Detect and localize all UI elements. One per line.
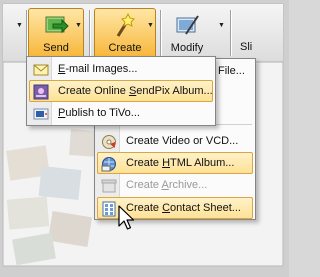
create-label: Create — [108, 42, 142, 54]
create-menu-item-archive[interactable]: Create Archive... — [97, 174, 253, 196]
slideshow-button[interactable]: Sli — [234, 8, 289, 58]
send-menu-item-tivo[interactable]: Publish to TiVo... — [29, 102, 213, 124]
mouse-cursor-icon — [118, 205, 135, 230]
send-button[interactable]: Send — [28, 8, 84, 58]
email-images-label: E-mail Images... — [58, 63, 138, 75]
slideshow-label: Sli — [240, 41, 253, 53]
send-chevron-down-icon[interactable]: ▼ — [75, 22, 82, 29]
create-menu-file-label: File... — [218, 65, 245, 77]
create-video-label: Create Video or VCD... — [126, 135, 239, 147]
send-menu: E-mail Images... Create Online SendPix A… — [26, 56, 216, 126]
create-chevron-down-icon[interactable]: ▼ — [147, 22, 154, 29]
archive-icon — [101, 179, 117, 193]
chevron-down-icon[interactable]: ▼ — [16, 22, 23, 29]
create-contact-sheet-label: Create Contact Sheet... — [126, 202, 241, 214]
toolbar-divider — [230, 10, 231, 56]
send-menu-item-sendpix[interactable]: Create Online SendPix Album... — [29, 80, 213, 102]
create-menu-item-video[interactable]: Create Video or VCD... — [97, 130, 253, 152]
send-menu-item-email[interactable]: E-mail Images... — [29, 58, 213, 80]
video-cd-icon — [102, 135, 116, 149]
toolbar-divider — [26, 10, 27, 56]
email-envelope-icon — [33, 64, 49, 76]
online-album-icon — [33, 84, 49, 100]
modify-icon — [176, 15, 199, 35]
toolbar-divider — [160, 10, 161, 56]
tivo-icon — [33, 108, 49, 120]
create-button[interactable]: Create — [94, 8, 156, 58]
create-online-sendpix-label: Create Online SendPix Album... — [58, 85, 213, 97]
create-menu-item-html-album[interactable]: Create HTML Album... — [97, 152, 253, 174]
publish-to-tivo-label: Publish to TiVo... — [58, 107, 140, 119]
html-album-icon — [101, 157, 116, 172]
modify-label: Modify — [170, 42, 204, 54]
send-icon — [45, 16, 69, 34]
send-label: Send — [43, 42, 69, 54]
create-html-album-label: Create HTML Album... — [126, 157, 235, 169]
magic-wand-icon — [116, 12, 135, 37]
modify-button[interactable]: Modify — [162, 8, 212, 58]
toolbar-divider — [89, 10, 90, 56]
contact-sheet-icon — [102, 201, 116, 217]
create-archive-label: Create Archive... — [126, 179, 208, 191]
modify-chevron-down-icon[interactable]: ▼ — [218, 22, 225, 29]
